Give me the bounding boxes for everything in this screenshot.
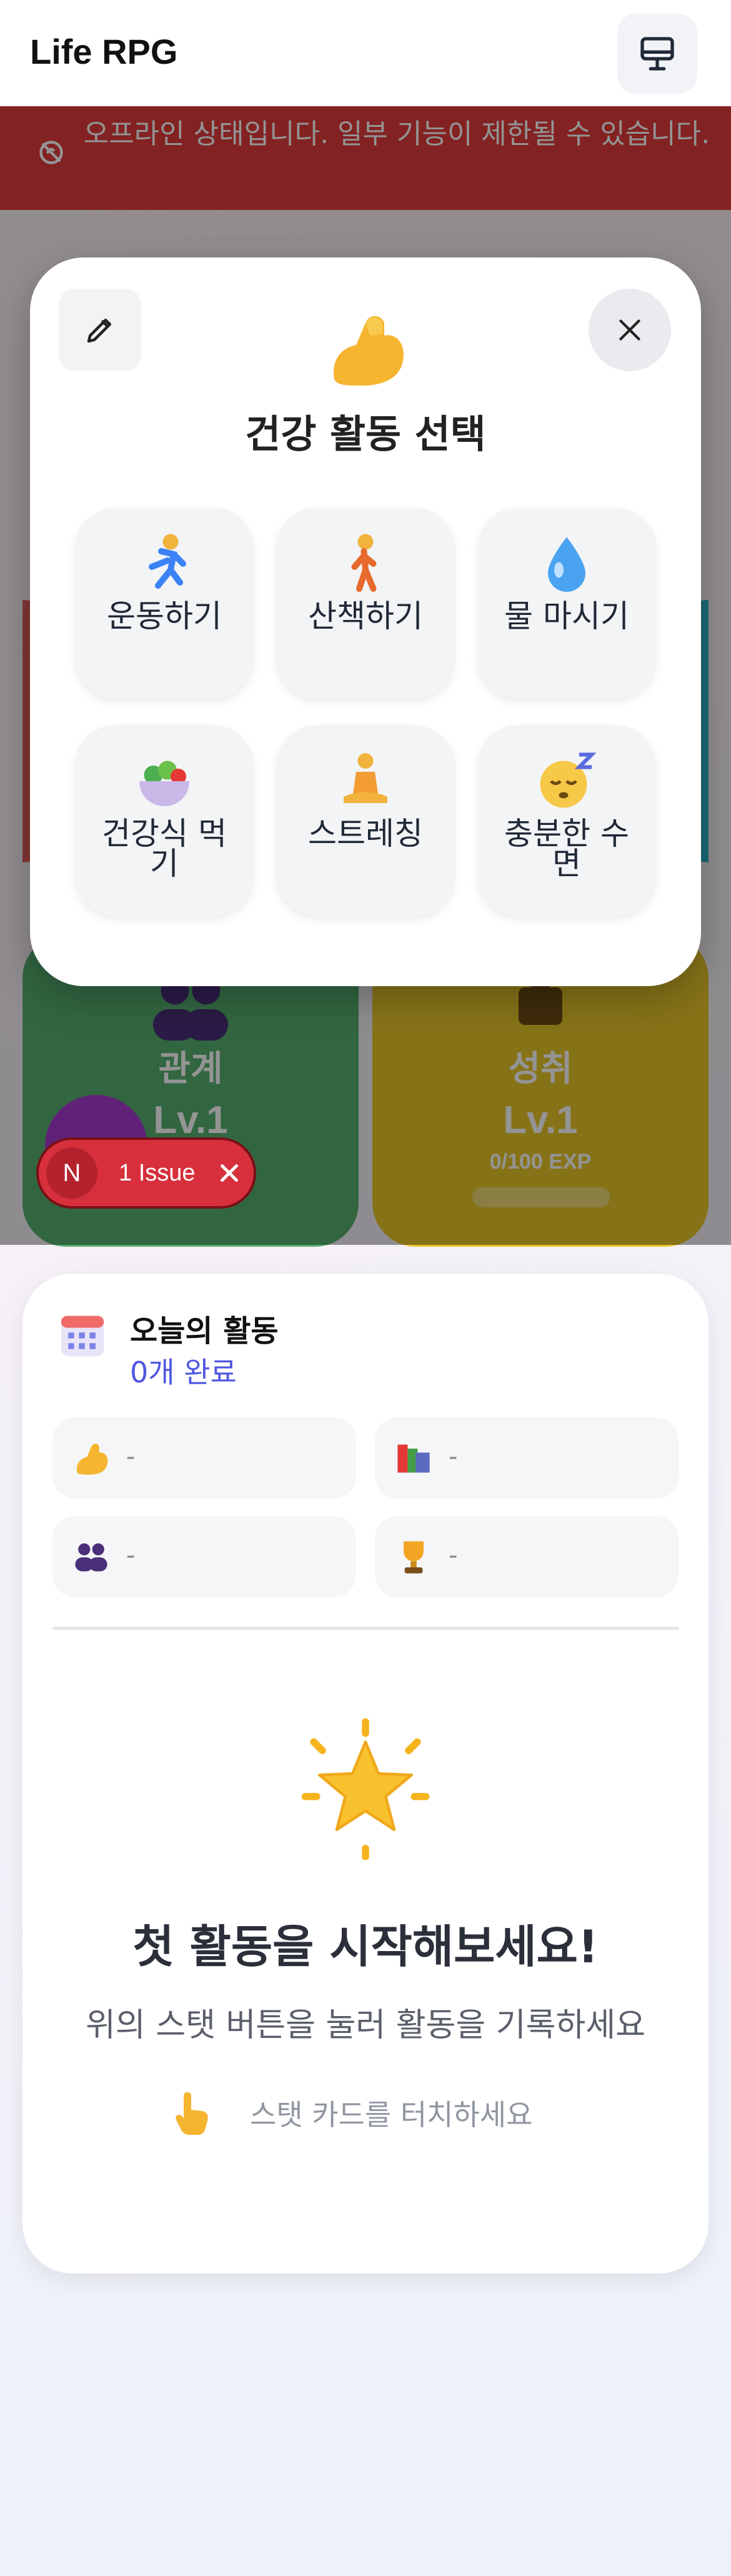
pencil-icon bbox=[87, 319, 111, 343]
walker-icon bbox=[351, 534, 377, 592]
people-icon bbox=[75, 1543, 107, 1572]
books-icon bbox=[397, 1444, 430, 1473]
option-label: 산책하기 bbox=[308, 598, 423, 634]
today-stat-learning: - bbox=[375, 1417, 679, 1499]
edit-button[interactable] bbox=[59, 289, 141, 371]
today-stat-relationship: - bbox=[52, 1516, 356, 1597]
close-icon[interactable] bbox=[215, 1159, 244, 1187]
hint-text: 스탯 카드를 터치하세요 bbox=[250, 2098, 533, 2132]
flexed-biceps-icon bbox=[334, 316, 404, 386]
today-count: 0개 완료 bbox=[130, 1355, 237, 1389]
glowing-star-icon bbox=[301, 1718, 430, 1860]
today-stat-value: - bbox=[126, 1442, 136, 1471]
today-activity-panel: 오늘의 활동 0개 완료 - - - - 첫 활동을 시작해보세요! 위의 스탯… bbox=[22, 1274, 709, 2274]
today-stat-value: - bbox=[449, 1442, 458, 1471]
pointing-hand-icon bbox=[176, 2092, 208, 2135]
option-healthy-meal[interactable]: 건강식 먹기 bbox=[75, 725, 254, 916]
today-stat-value: - bbox=[126, 1541, 136, 1570]
option-walk[interactable]: 산책하기 bbox=[276, 507, 455, 699]
option-stretching[interactable]: 스트레칭 bbox=[276, 725, 455, 916]
option-label: 운동하기 bbox=[107, 598, 222, 634]
water-drop-icon bbox=[548, 537, 585, 592]
today-stat-achievement: - bbox=[375, 1516, 679, 1597]
issue-initial: N bbox=[46, 1147, 97, 1199]
issue-label: 1 Issue bbox=[119, 1160, 196, 1186]
meditation-icon bbox=[344, 753, 387, 803]
monitor-icon bbox=[640, 37, 674, 71]
calendar-icon bbox=[61, 1315, 104, 1357]
option-label: 스트레칭 bbox=[308, 816, 423, 852]
trophy-icon bbox=[404, 1541, 424, 1574]
today-stat-health: - bbox=[52, 1417, 356, 1499]
runner-icon bbox=[149, 534, 186, 589]
modal-title: 건강 활동 선택 bbox=[245, 411, 486, 457]
today-stat-value: - bbox=[449, 1541, 458, 1570]
option-label: 물 마시기 bbox=[504, 598, 629, 634]
device-toggle-button[interactable] bbox=[617, 14, 697, 94]
today-title: 오늘의 활동 bbox=[130, 1314, 279, 1349]
empty-state-subtitle: 위의 스탯 버튼을 눌러 활동을 기록하세요 bbox=[86, 2007, 645, 2044]
option-exercise[interactable]: 운동하기 bbox=[75, 507, 254, 699]
empty-state-title: 첫 활동을 시작해보세요! bbox=[132, 1920, 599, 1973]
close-button[interactable] bbox=[589, 289, 671, 371]
app-title: Life RPG bbox=[30, 32, 178, 71]
option-label: 건강식 먹기 bbox=[102, 816, 227, 882]
biceps-icon bbox=[76, 1444, 108, 1475]
close-icon bbox=[619, 319, 640, 341]
divider bbox=[52, 1627, 679, 1630]
salad-icon bbox=[139, 761, 189, 806]
option-sleep[interactable]: 충분한 수면 bbox=[477, 725, 656, 916]
health-activity-modal: 건강 활동 선택 운동하기 산책하기 물 마시기 건강식 먹기 스트레칭 충분한… bbox=[30, 257, 701, 986]
option-water[interactable]: 물 마시기 bbox=[477, 507, 656, 699]
issue-badge[interactable]: N 1 Issue bbox=[36, 1137, 256, 1209]
option-label: 충분한 수면 bbox=[504, 816, 629, 882]
sleeping-face-icon bbox=[540, 752, 597, 808]
